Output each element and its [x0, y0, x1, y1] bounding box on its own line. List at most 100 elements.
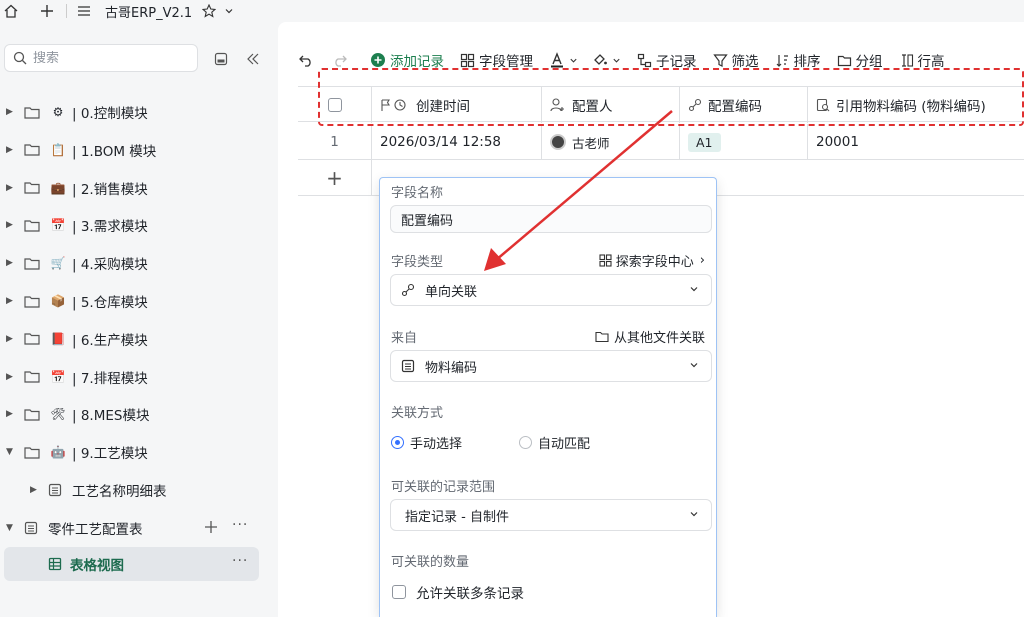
- group-button[interactable]: 分组: [837, 50, 883, 70]
- table-icon: [24, 521, 38, 535]
- filter-button[interactable]: 筛选: [712, 50, 759, 70]
- home-icon[interactable]: [4, 0, 18, 22]
- sidebar-item-label: | 6.生产模块: [72, 332, 148, 349]
- select-all-checkbox[interactable]: [327, 98, 342, 112]
- caret-down-icon[interactable]: ▼: [6, 523, 16, 533]
- radio-auto-match[interactable]: 自动匹配: [519, 433, 590, 452]
- chevron-down-icon: [690, 287, 698, 292]
- caret-right-icon[interactable]: ▶: [6, 183, 16, 193]
- caret-right-icon[interactable]: ▶: [6, 258, 16, 268]
- column-header-owner[interactable]: 配置人: [542, 87, 680, 123]
- radio-dot[interactable]: [391, 436, 404, 449]
- table-row[interactable]: 1 2026/03/14 12:58 古老师 A1 20001: [298, 124, 1024, 160]
- allow-multiple-checkbox[interactable]: 允许关联多条记录: [392, 582, 524, 602]
- explore-field-center-link[interactable]: 探索字段中心 ›: [599, 251, 705, 270]
- sidebar-sub-item-part-process-config[interactable]: ▼ 零件工艺配置表 ···: [0, 511, 270, 545]
- field-type-select[interactable]: 单向关联: [390, 274, 712, 306]
- flag-clock-icon: [381, 99, 406, 111]
- folder-icon: [24, 370, 40, 383]
- caret-right-icon[interactable]: ▶: [6, 296, 16, 306]
- field-name-input[interactable]: 配置编码: [390, 205, 712, 233]
- caret-right-icon[interactable]: ▶: [6, 220, 16, 230]
- collapse-panel-icon[interactable]: [212, 50, 230, 68]
- search-box[interactable]: [4, 44, 198, 72]
- caret-down-icon[interactable]: ▼: [6, 447, 16, 457]
- cell-code[interactable]: A1: [680, 124, 808, 160]
- text-color-button[interactable]: [549, 52, 582, 68]
- avatar: [550, 134, 566, 150]
- checkbox[interactable]: [392, 585, 406, 599]
- caret-right-icon[interactable]: ▶: [6, 372, 16, 382]
- chevron-down-icon: [690, 512, 698, 517]
- plus-icon[interactable]: [40, 0, 54, 22]
- sub-record-label: 子记录: [656, 54, 697, 70]
- sidebar-sub-item-label: 工艺名称明细表: [72, 484, 167, 500]
- row-height-label: 行高: [917, 54, 945, 70]
- search-input[interactable]: [33, 50, 183, 66]
- sort-button[interactable]: 排序: [775, 50, 821, 70]
- add-row-button[interactable]: +: [298, 160, 372, 196]
- sub-record-button[interactable]: 子记录: [637, 50, 697, 70]
- row-height-button[interactable]: 行高: [899, 50, 945, 70]
- sidebar-item-module-7[interactable]: ▶ 📅 | 7.排程模块: [0, 360, 270, 394]
- sidebar-item-label: | 2.销售模块: [72, 181, 148, 198]
- source-table-select[interactable]: 物料编码: [390, 350, 712, 382]
- undo-button[interactable]: [298, 53, 318, 67]
- link-count-label: 可关联的数量: [391, 555, 470, 570]
- sidebar-item-module-6[interactable]: ▶ 📕 | 6.生产模块: [0, 322, 270, 356]
- code-tag[interactable]: A1: [688, 132, 721, 152]
- sidebar-item-module-5[interactable]: ▶ 📦 | 5.仓库模块: [0, 284, 270, 318]
- table-header-row: 创建时间 配置人 配置编码 引用物料编码 (物料编码): [298, 86, 1024, 123]
- chevron-right-icon: ›: [699, 253, 705, 268]
- cell-created[interactable]: 2026/03/14 12:58: [372, 124, 542, 160]
- more-icon[interactable]: ···: [232, 553, 248, 569]
- add-icon[interactable]: [204, 520, 218, 534]
- folder-icon: [595, 331, 609, 343]
- select-all-cell[interactable]: [298, 87, 372, 123]
- divider: [66, 4, 67, 18]
- sidebar-view-grid[interactable]: 表格视图 ···: [4, 547, 259, 581]
- caret-right-icon[interactable]: ▶: [6, 145, 16, 155]
- sidebar-item-module-2[interactable]: ▶ 💼 | 2.销售模块: [0, 171, 270, 205]
- sidebar-item-module-8[interactable]: ▶ 🛠 | 8.MES模块: [0, 397, 270, 431]
- radio-dot[interactable]: [519, 436, 532, 449]
- chevron-down-icon[interactable]: [224, 0, 234, 22]
- record-scope-select[interactable]: 指定记录 - 自制件: [390, 499, 712, 531]
- field-manage-button[interactable]: 字段管理: [460, 50, 533, 70]
- redo-button[interactable]: [332, 53, 352, 67]
- sidebar-sub-item-process-names[interactable]: ▶ 工艺名称明细表: [0, 473, 270, 507]
- fill-color-button[interactable]: [592, 52, 625, 68]
- module-emoji-icon: 📅: [50, 369, 66, 384]
- column-header-created[interactable]: 创建时间: [372, 87, 542, 123]
- radio-manual-select[interactable]: 手动选择: [391, 433, 462, 452]
- font-color-icon: [551, 52, 563, 68]
- star-icon[interactable]: [202, 0, 217, 22]
- link-icon: [688, 98, 702, 112]
- menu-icon[interactable]: [77, 0, 91, 22]
- double-chevron-left-icon[interactable]: [244, 50, 262, 68]
- cell-ref[interactable]: 20001: [808, 124, 1024, 160]
- folder-icon: [837, 55, 851, 66]
- sidebar-item-module-3[interactable]: ▶ 📅 | 3.需求模块: [0, 208, 270, 242]
- add-record-button[interactable]: 添加记录: [370, 50, 444, 70]
- caret-right-icon[interactable]: ▶: [6, 107, 16, 117]
- record-scope-label: 可关联的记录范围: [391, 480, 496, 495]
- cell-owner[interactable]: 古老师: [542, 124, 680, 160]
- grid-icon: [460, 53, 475, 67]
- caret-right-icon[interactable]: ▶: [6, 409, 16, 419]
- sidebar-item-module-0[interactable]: ▶ ⚙ | 0.控制模块: [0, 95, 270, 129]
- caret-right-icon[interactable]: ▶: [30, 485, 40, 495]
- sidebar-item-label: | 8.MES模块: [72, 408, 150, 425]
- sidebar-item-label: | 4.采购模块: [72, 257, 148, 274]
- column-header-code[interactable]: 配置编码: [680, 87, 808, 123]
- column-header-ref[interactable]: 引用物料编码 (物料编码): [808, 87, 1024, 123]
- filter-icon: [712, 53, 728, 67]
- caret-right-icon[interactable]: ▶: [6, 334, 16, 344]
- sidebar-item-label: | 1.BOM 模块: [72, 143, 157, 160]
- more-icon[interactable]: ···: [232, 517, 248, 533]
- sidebar-item-module-1[interactable]: ▶ 📋 | 1.BOM 模块: [0, 133, 270, 167]
- window-title: 古哥ERP_V2.1: [105, 5, 193, 21]
- sidebar-item-module-9[interactable]: ▼ 🤖 | 9.工艺模块: [0, 435, 270, 469]
- sidebar-item-module-4[interactable]: ▶ 🛒 | 4.采购模块: [0, 246, 270, 280]
- link-other-file-link[interactable]: 从其他文件关联: [595, 327, 705, 346]
